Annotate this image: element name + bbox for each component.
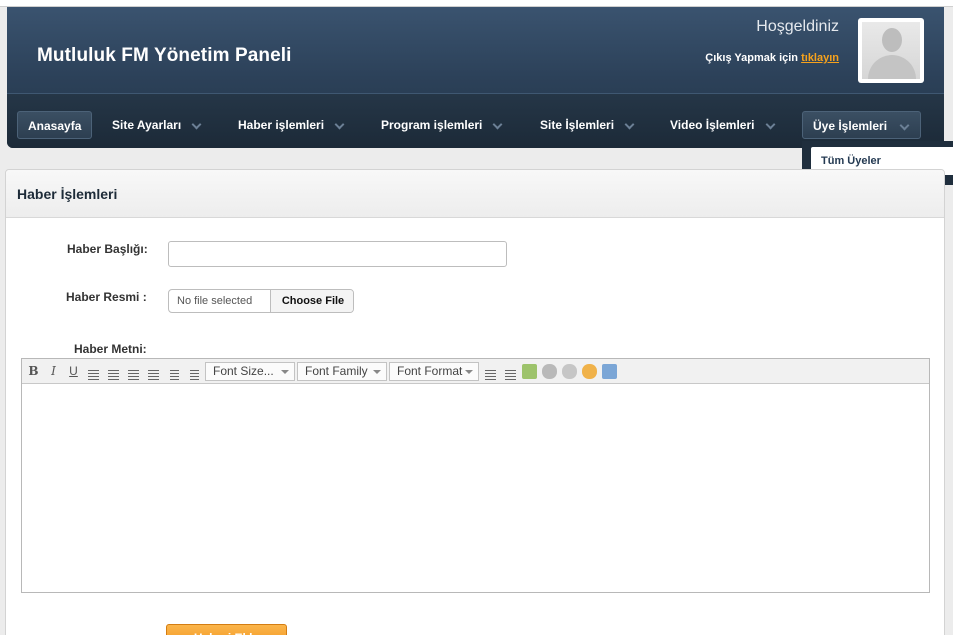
nav-item-site-ayarlari[interactable]: Site Ayarları xyxy=(102,111,211,139)
link-icon[interactable] xyxy=(542,364,557,379)
chevron-down-icon xyxy=(767,121,775,129)
underline-icon[interactable]: U xyxy=(65,363,82,380)
chevron-down-icon xyxy=(901,122,909,130)
chevron-down-icon xyxy=(626,121,634,129)
unlink-icon[interactable] xyxy=(562,364,577,379)
nav-item-label: Haber işlemleri xyxy=(238,118,325,132)
font-family-select[interactable]: Font Family xyxy=(297,362,387,381)
unordered-list-icon[interactable] xyxy=(185,363,202,380)
nav-item-label: Üye İşlemleri xyxy=(813,119,888,133)
logout-label: Çıkış Yapmak için xyxy=(705,52,799,64)
news-panel: Haber İşlemleri Haber Başlığı: Haber Res… xyxy=(5,169,945,635)
news-title-input[interactable] xyxy=(168,241,507,267)
nav-item-label: Video İşlemleri xyxy=(670,118,755,132)
main-nav: Anasayfa Site Ayarları Haber işlemleri P… xyxy=(7,93,944,148)
image-label: Haber Resmi : xyxy=(66,290,147,304)
italic-icon[interactable]: I xyxy=(45,363,62,380)
indent-icon[interactable] xyxy=(482,363,499,380)
logout-link[interactable]: tıklayın xyxy=(801,52,839,64)
news-image-file-input[interactable]: No file selected Choose File xyxy=(168,289,354,313)
align-right-icon[interactable] xyxy=(125,363,142,380)
panel-title: Haber İşlemleri xyxy=(17,186,118,202)
file-status: No file selected xyxy=(177,295,253,307)
align-justify-icon[interactable] xyxy=(145,363,162,380)
nav-item-site-islemleri[interactable]: Site İşlemleri xyxy=(530,111,644,139)
title-label: Haber Başlığı: xyxy=(67,242,148,256)
user-avatar-icon xyxy=(862,22,920,79)
nav-item-program-islemleri[interactable]: Program işlemleri xyxy=(371,111,512,139)
nav-item-uye-islemleri[interactable]: Üye İşlemleri xyxy=(802,111,921,139)
nav-item-label: Site Ayarları xyxy=(112,118,182,132)
chevron-down-icon xyxy=(193,121,201,129)
site-title: Mutluluk FM Yönetim Paneli xyxy=(37,45,292,66)
color-picker-icon[interactable] xyxy=(582,364,597,379)
nav-item-haber-islemleri[interactable]: Haber işlemleri xyxy=(228,111,354,139)
ordered-list-icon[interactable] xyxy=(165,363,182,380)
nav-item-label: Site İşlemleri xyxy=(540,118,615,132)
choose-file-button[interactable]: Choose File xyxy=(270,290,353,312)
chevron-down-icon xyxy=(336,121,344,129)
nav-item-anasayfa[interactable]: Anasayfa xyxy=(17,111,93,139)
image-insert-icon[interactable] xyxy=(522,364,537,379)
avatar xyxy=(858,18,924,83)
chevron-down-icon xyxy=(494,121,502,129)
submit-news-button[interactable]: Haberi Ekle xyxy=(166,624,287,635)
logout-text: Çıkış Yapmak için tıklayın xyxy=(705,52,839,64)
welcome-text: Hoşgeldiniz xyxy=(756,18,839,35)
body-label: Haber Metni: xyxy=(74,342,147,356)
html-source-icon[interactable] xyxy=(602,364,617,379)
bold-icon[interactable]: B xyxy=(25,363,42,380)
align-center-icon[interactable] xyxy=(105,363,122,380)
nav-item-label: Anasayfa xyxy=(28,119,82,133)
browser-top-edge xyxy=(0,0,953,7)
nav-item-label: Program işlemleri xyxy=(381,118,483,132)
panel-header: Haber İşlemleri xyxy=(6,170,944,218)
font-format-select[interactable]: Font Format xyxy=(389,362,479,381)
align-left-icon[interactable] xyxy=(85,363,102,380)
nav-item-video-islemleri[interactable]: Video İşlemleri xyxy=(660,111,785,139)
editor-toolbar: B I U Font Size... Font Family Font Form… xyxy=(22,359,929,384)
rich-text-editor: B I U Font Size... Font Family Font Form… xyxy=(21,358,930,593)
font-size-select[interactable]: Font Size... xyxy=(205,362,295,381)
outdent-icon[interactable] xyxy=(502,363,519,380)
